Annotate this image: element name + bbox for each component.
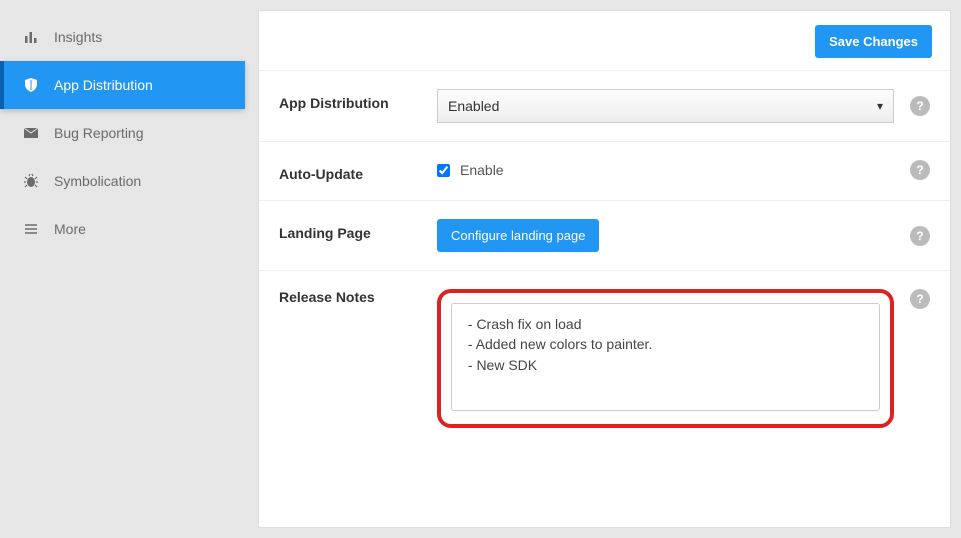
help-icon[interactable]: ? bbox=[910, 289, 930, 309]
row-app-distribution: App Distribution Enabled ? bbox=[259, 70, 950, 141]
envelope-icon bbox=[22, 124, 40, 142]
checkbox-label: Enable bbox=[460, 162, 504, 178]
row-landing-page: Landing Page Configure landing page ? bbox=[259, 200, 950, 270]
menu-icon bbox=[22, 220, 40, 238]
sidebar-item-label: More bbox=[54, 221, 86, 237]
sidebar-item-more[interactable]: More bbox=[0, 205, 245, 253]
label-auto-update: Auto-Update bbox=[279, 160, 437, 182]
configure-landing-page-button[interactable]: Configure landing page bbox=[437, 219, 599, 252]
panel-header: Save Changes bbox=[259, 11, 950, 70]
release-notes-highlight bbox=[437, 289, 894, 428]
sidebar-item-label: App Distribution bbox=[54, 77, 153, 93]
sidebar-item-symbolication[interactable]: Symbolication bbox=[0, 157, 245, 205]
auto-update-checkbox[interactable] bbox=[437, 164, 450, 177]
label-app-distribution: App Distribution bbox=[279, 89, 437, 111]
save-changes-button[interactable]: Save Changes bbox=[815, 25, 932, 58]
bug-icon bbox=[22, 172, 40, 190]
sidebar-item-label: Insights bbox=[54, 29, 102, 45]
release-notes-textarea[interactable] bbox=[451, 303, 880, 411]
sidebar-item-bug-reporting[interactable]: Bug Reporting bbox=[0, 109, 245, 157]
help-icon[interactable]: ? bbox=[910, 96, 930, 116]
help-icon[interactable]: ? bbox=[910, 160, 930, 180]
sidebar: Insights App Distribution Bug Reporting … bbox=[0, 10, 245, 528]
sidebar-item-insights[interactable]: Insights bbox=[0, 13, 245, 61]
sidebar-item-app-distribution[interactable]: App Distribution bbox=[0, 61, 245, 109]
sidebar-item-label: Bug Reporting bbox=[54, 125, 144, 141]
shield-icon bbox=[22, 76, 40, 94]
label-release-notes: Release Notes bbox=[279, 289, 437, 305]
sidebar-item-label: Symbolication bbox=[54, 173, 141, 189]
main-panel: Save Changes App Distribution Enabled ? … bbox=[258, 10, 951, 528]
row-auto-update: Auto-Update Enable ? bbox=[259, 141, 950, 200]
bar-chart-icon bbox=[22, 28, 40, 46]
auto-update-checkbox-wrap[interactable]: Enable bbox=[437, 162, 504, 178]
label-landing-page: Landing Page bbox=[279, 219, 437, 241]
row-release-notes: Release Notes ? bbox=[259, 270, 950, 446]
help-icon[interactable]: ? bbox=[910, 226, 930, 246]
app-distribution-select[interactable]: Enabled bbox=[437, 89, 894, 123]
select-value: Enabled bbox=[448, 98, 499, 114]
